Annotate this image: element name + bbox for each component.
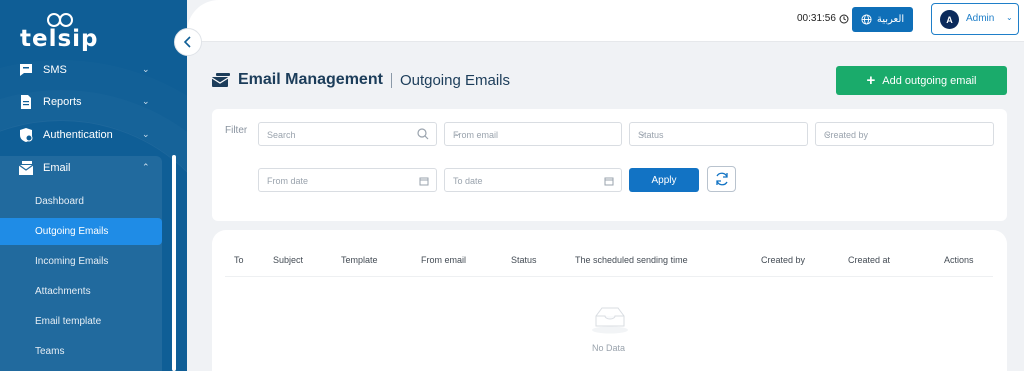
search-input[interactable]: Search [258,122,437,146]
column-header: Template [341,255,378,265]
search-placeholder: Search [267,130,296,140]
clock-icon [839,14,849,23]
submenu-item-label: Dashboard [35,196,84,207]
calendar-icon [419,177,429,186]
logo-text: telsip [20,26,99,52]
sidebar-item-label: Authentication [43,129,113,141]
submenu-item-label: Incoming Emails [35,256,109,267]
language-button[interactable]: العربية [852,7,913,32]
page-subtitle: Outgoing Emails [399,71,510,89]
page-title: Email Management [238,71,383,88]
sidebar-item-sms[interactable]: SMS ⌄ [0,55,165,85]
to-date-placeholder: To date [453,176,483,186]
chevron-down-icon: ⌄ [824,128,833,139]
submenu-item-teams[interactable]: Teams [0,338,162,365]
user-name: Admin [966,13,995,24]
email-submenu: Dashboard Outgoing Emails Incoming Email… [0,156,162,371]
submenu-item-attachments[interactable]: Attachments [0,278,162,305]
submenu-item-label: Email template [35,316,102,327]
sidebar: telsip SMS ⌄ Reports ⌄ Authentication ⌄ … [0,0,187,371]
chat-icon [20,64,32,76]
avatar: A [940,10,959,29]
sidebar-item-label: Reports [43,96,82,108]
submenu-item-label: Teams [35,346,65,357]
user-menu-button[interactable]: A Admin ⌄ [931,3,1019,35]
chevron-down-icon: ⌄ [142,96,150,106]
column-header: From email [421,255,467,265]
column-header: To [234,255,244,265]
empty-state-text: No Data [592,343,626,353]
submenu-item-incoming-emails[interactable]: Incoming Emails [0,248,162,275]
column-header: Created at [848,255,891,265]
chevron-down-icon: ⌄ [142,64,150,74]
submenu-item-email-template[interactable]: Email template [0,308,162,335]
submenu-item-outgoing-emails[interactable]: Outgoing Emails [0,218,162,245]
submenu-item-dashboard[interactable]: Dashboard [0,188,162,215]
chevron-down-icon: ⌄ [1006,13,1013,22]
apply-button[interactable]: Apply [629,168,699,192]
refresh-icon [715,172,728,186]
chevron-left-icon [183,36,191,48]
column-header: Created by [761,255,806,265]
language-label: العربية [876,14,905,25]
refresh-button[interactable] [707,166,736,192]
chevron-down-icon: ⌄ [453,128,462,139]
sidebar-item-authentication[interactable]: Authentication ⌄ [0,120,165,150]
sidebar-item-reports[interactable]: Reports ⌄ [0,87,165,117]
plus-icon: + [866,72,876,89]
empty-inbox-icon [592,307,628,334]
chevron-down-icon: ⌄ [142,129,150,139]
chevron-down-icon: ⌄ [638,128,647,139]
to-date-input[interactable]: To date [444,168,622,192]
sidebar-scrollbar[interactable] [172,155,176,371]
column-header: Subject [273,255,304,265]
column-header: Status [511,255,537,265]
filter-label: Filter [225,125,248,136]
logo: telsip [20,10,100,52]
status-select[interactable]: Status ⌄ [629,122,808,146]
envelope-icon [211,73,230,87]
clock: 00:31:56 [797,13,849,24]
add-outgoing-email-button[interactable]: + Add outgoing email [836,66,1007,95]
from-date-placeholder: From date [267,176,309,186]
submenu-item-label: Outgoing Emails [35,226,109,237]
clock-time: 00:31:56 [797,13,836,24]
submenu-item-label: Attachments [35,286,91,297]
add-button-label: Add outgoing email [882,74,977,87]
column-header: Actions [944,255,974,265]
column-header: The scheduled sending time [575,255,688,265]
page-header: Email Management Outgoing Emails [211,71,510,89]
from-email-select[interactable]: From email ⌄ [444,122,622,146]
title-divider [390,72,392,88]
collapse-sidebar-button[interactable] [174,28,202,56]
from-date-input[interactable]: From date [258,168,437,192]
created-by-select[interactable]: Created by ⌄ [815,122,994,146]
globe-icon [861,14,872,25]
shield-icon [20,128,33,142]
search-icon [417,128,429,140]
calendar-icon [604,177,614,186]
document-icon [21,95,31,109]
sidebar-item-label: SMS [43,64,67,76]
table-header-divider [225,276,993,277]
